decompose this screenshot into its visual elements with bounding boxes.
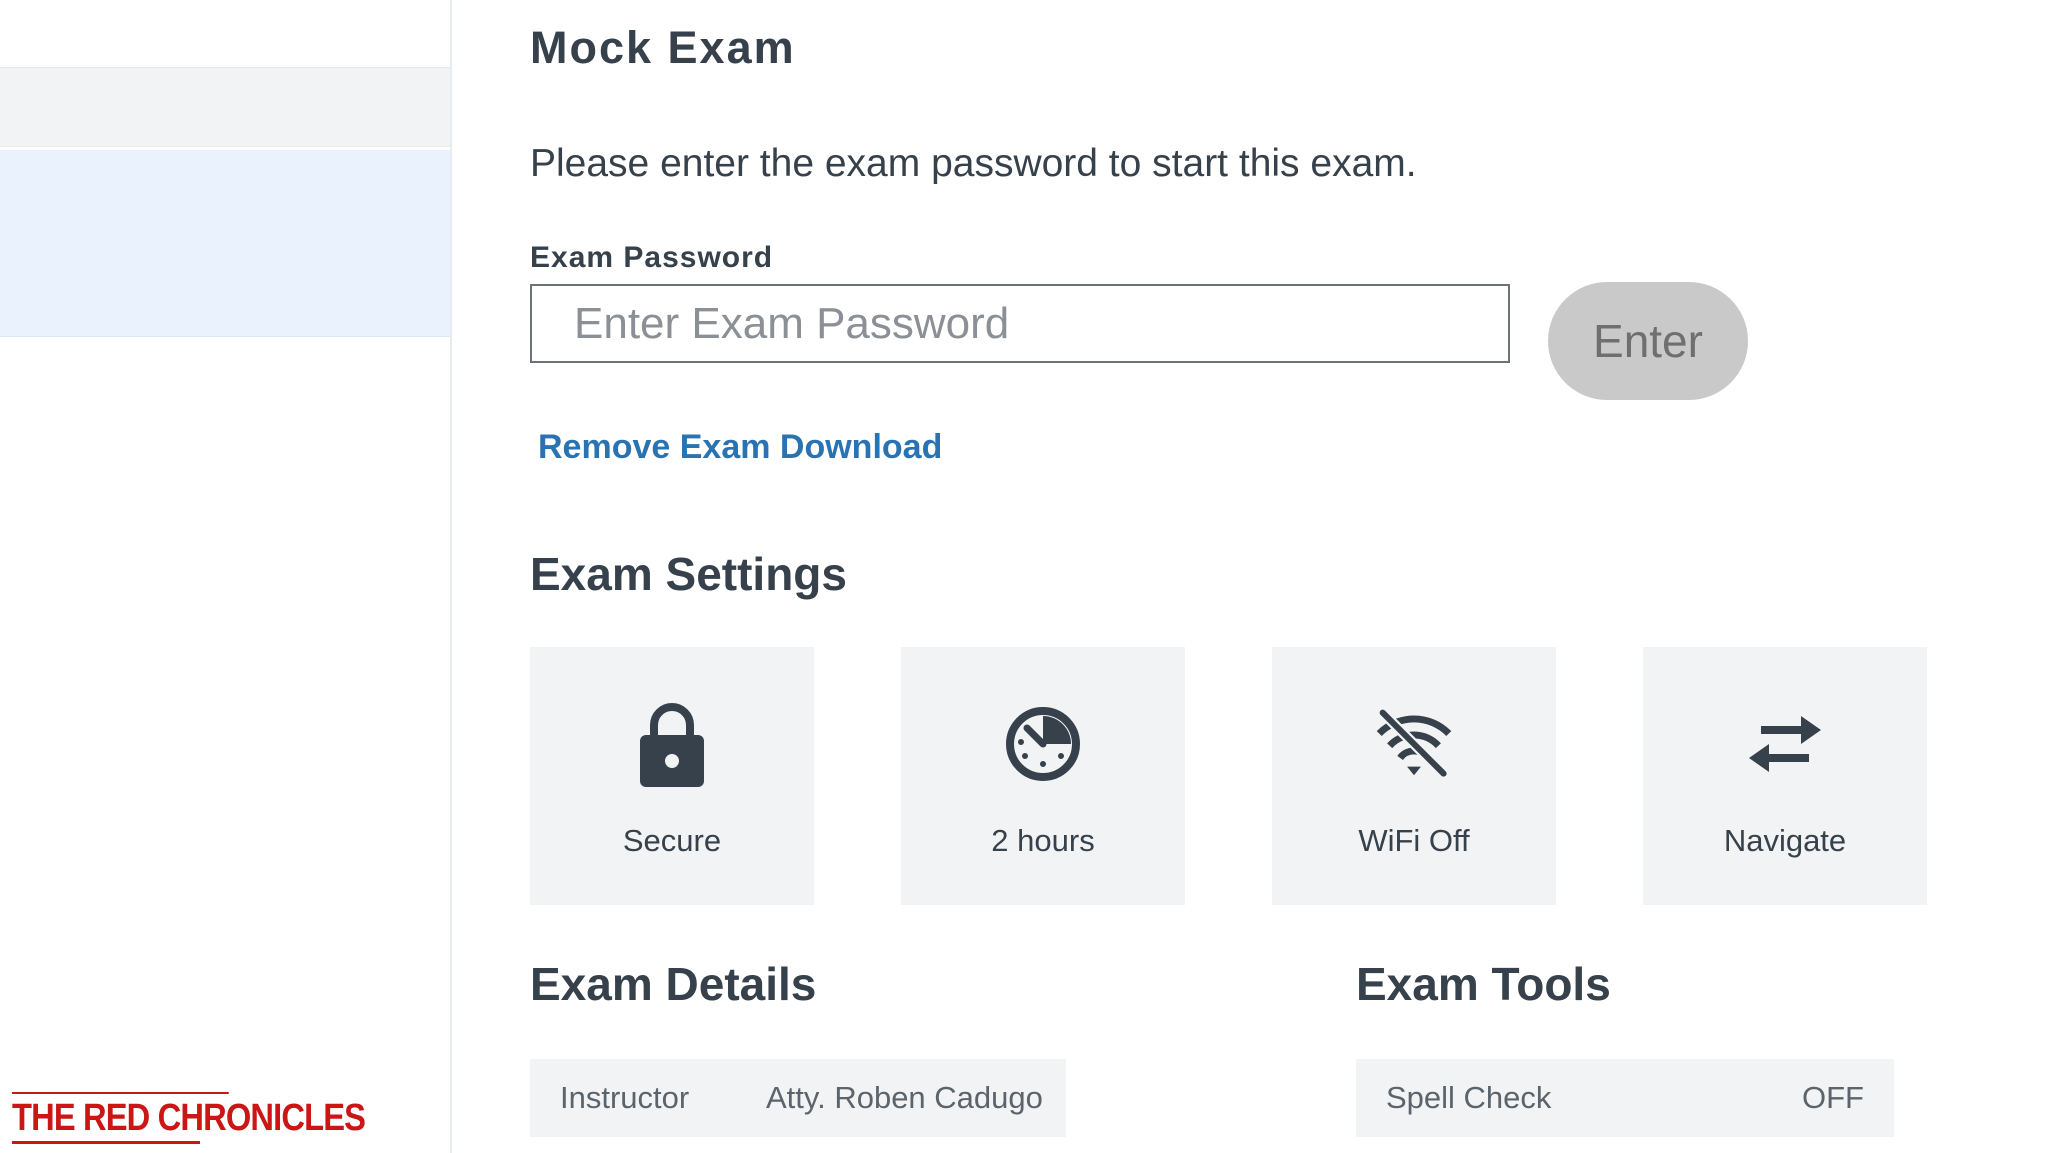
tool-value: OFF bbox=[1802, 1080, 1864, 1115]
password-label: Exam Password bbox=[530, 241, 774, 274]
detail-value: Atty. Roben Cadugo bbox=[766, 1080, 1043, 1115]
setting-tile-secure: Secure bbox=[530, 647, 814, 905]
lock-icon bbox=[632, 697, 712, 791]
setting-tile-wifi: WiFi Off bbox=[1272, 647, 1556, 905]
tool-key: Spell Check bbox=[1386, 1080, 1552, 1115]
exam-instructions: Please enter the exam password to start … bbox=[530, 142, 1417, 185]
detail-row-instructor: Instructor Atty. Roben Cadugo bbox=[530, 1059, 1066, 1137]
swap-arrows-icon bbox=[1745, 697, 1825, 791]
brand-logo-text: THE RED CHRONICLES bbox=[12, 1092, 366, 1140]
setting-label: Navigate bbox=[1723, 823, 1847, 858]
brand-logo: THE RED CHRONICLES bbox=[12, 1092, 366, 1145]
brand-logo-underline bbox=[12, 1141, 200, 1145]
tool-row-spell-check: Spell Check OFF bbox=[1356, 1059, 1894, 1137]
timer-icon bbox=[1003, 697, 1083, 791]
sidebar: THE RED CHRONICLES bbox=[0, 0, 452, 1153]
exam-details-heading: Exam Details bbox=[530, 958, 817, 1010]
sidebar-item[interactable] bbox=[0, 67, 450, 147]
enter-button[interactable]: Enter bbox=[1548, 282, 1748, 400]
setting-tile-time: 2 hours bbox=[901, 647, 1185, 905]
password-input[interactable] bbox=[530, 284, 1510, 363]
setting-label: WiFi Off bbox=[1358, 823, 1470, 858]
setting-tile-navigate: Navigate bbox=[1643, 647, 1927, 905]
setting-label: 2 hours bbox=[991, 823, 1095, 858]
sidebar-item-selected[interactable] bbox=[0, 150, 450, 337]
main-content: Mock Exam Please enter the exam password… bbox=[530, 0, 2010, 1153]
exam-tools-heading: Exam Tools bbox=[1356, 958, 1611, 1010]
wifi-off-icon bbox=[1374, 697, 1454, 791]
exam-settings-heading: Exam Settings bbox=[530, 548, 847, 600]
setting-label: Secure bbox=[622, 823, 722, 858]
remove-exam-download-link[interactable]: Remove Exam Download bbox=[538, 428, 942, 467]
detail-key: Instructor bbox=[560, 1080, 690, 1115]
page-title: Mock Exam bbox=[530, 22, 796, 73]
